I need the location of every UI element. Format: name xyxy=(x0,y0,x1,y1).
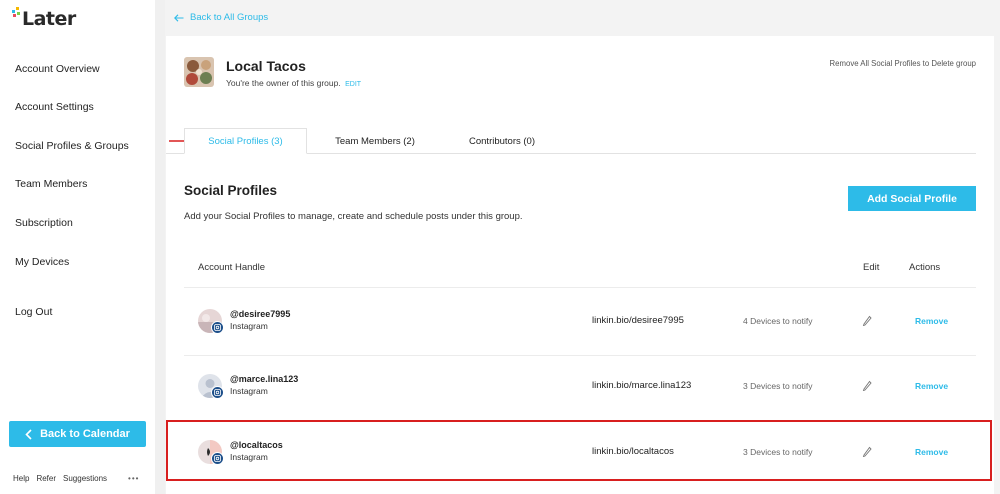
tab-social-profiles[interactable]: Social Profiles (3) xyxy=(184,128,307,154)
table-row: @marce.lina123 Instagram linkin.bio/marc… xyxy=(166,365,994,415)
instagram-icon xyxy=(211,321,224,334)
owner-line: You're the owner of this group. EDIT xyxy=(226,78,361,88)
suggestions-link[interactable]: Suggestions xyxy=(63,474,107,483)
sidebar-item-my-devices[interactable]: My Devices xyxy=(15,256,69,268)
later-logo[interactable]: Later xyxy=(12,7,76,30)
sidebar-footer: Help Refer Suggestions ••• xyxy=(13,474,139,483)
sidebar-item-subscription[interactable]: Subscription xyxy=(15,217,73,229)
logo-text: Later xyxy=(22,8,76,30)
sidebar-item-team-members[interactable]: Team Members xyxy=(15,178,87,190)
back-to-all-groups-label: Back to All Groups xyxy=(190,12,269,23)
linkin-bio-link[interactable]: linkin.bio/localtacos xyxy=(592,446,674,457)
row-divider xyxy=(184,420,976,421)
row-divider xyxy=(184,355,976,356)
remove-button[interactable]: Remove xyxy=(915,447,948,457)
pencil-icon[interactable] xyxy=(862,314,872,326)
instagram-icon xyxy=(211,386,224,399)
column-header-edit: Edit xyxy=(863,262,880,273)
table-header-divider xyxy=(184,287,976,288)
sidebar-item-account-overview[interactable]: Account Overview xyxy=(15,63,100,75)
sidebar: Later Account Overview Account Settings … xyxy=(0,0,155,494)
table-row: @localtacos Instagram linkin.bio/localta… xyxy=(166,431,994,481)
group-avatar xyxy=(184,57,214,87)
tab-team-members[interactable]: Team Members (2) xyxy=(315,128,435,154)
more-options-icon[interactable]: ••• xyxy=(128,474,139,483)
remove-button[interactable]: Remove xyxy=(915,316,948,326)
remove-all-profiles-link[interactable]: Remove All Social Profiles to Delete gro… xyxy=(830,59,976,68)
remove-button[interactable]: Remove xyxy=(915,381,948,391)
account-handle: @marce.lina123 xyxy=(230,374,299,384)
refer-link[interactable]: Refer xyxy=(36,474,56,483)
linkin-bio-link[interactable]: linkin.bio/marce.lina123 xyxy=(592,380,691,391)
arrow-left-icon xyxy=(174,13,184,22)
group-name: Local Tacos xyxy=(226,58,306,74)
add-social-profile-button[interactable]: Add Social Profile xyxy=(848,186,976,211)
back-to-calendar-button[interactable]: Back to Calendar xyxy=(9,421,146,447)
account-platform: Instagram xyxy=(230,321,268,331)
devices-count: 3 Devices to notify xyxy=(743,447,813,457)
devices-count: 4 Devices to notify xyxy=(743,316,813,326)
sidebar-item-account-settings[interactable]: Account Settings xyxy=(15,101,94,113)
pencil-icon[interactable] xyxy=(862,445,872,457)
sidebar-item-log-out[interactable]: Log Out xyxy=(15,306,52,318)
account-handle: @localtacos xyxy=(230,440,283,450)
group-tabs: Social Profiles (3) Team Members (2) Con… xyxy=(166,128,994,154)
back-to-calendar-label: Back to Calendar xyxy=(40,428,130,440)
back-to-all-groups-link[interactable]: Back to All Groups xyxy=(174,12,268,23)
edit-group-link[interactable]: EDIT xyxy=(345,81,361,88)
sidebar-divider xyxy=(155,0,165,494)
pencil-icon[interactable] xyxy=(862,379,872,391)
chevron-left-icon xyxy=(25,428,32,440)
column-header-actions: Actions xyxy=(909,262,941,273)
owner-text: You're the owner of this group. xyxy=(226,78,341,88)
group-card: Local Tacos You're the owner of this gro… xyxy=(166,36,994,494)
help-link[interactable]: Help xyxy=(13,474,29,483)
logo-dots-icon xyxy=(12,7,22,29)
linkin-bio-link[interactable]: linkin.bio/desiree7995 xyxy=(592,315,684,326)
instagram-icon xyxy=(211,452,224,465)
tab-contributors[interactable]: Contributors (0) xyxy=(447,128,557,154)
section-title: Social Profiles xyxy=(184,183,278,198)
account-handle: @desiree7995 xyxy=(230,309,291,319)
sidebar-item-social-profiles-groups[interactable]: Social Profiles & Groups xyxy=(15,140,129,152)
section-description: Add your Social Profiles to manage, crea… xyxy=(184,211,523,222)
account-platform: Instagram xyxy=(230,452,268,462)
devices-count: 3 Devices to notify xyxy=(743,381,813,391)
column-header-account-handle: Account Handle xyxy=(198,262,266,273)
account-platform: Instagram xyxy=(230,386,268,396)
table-row: @desiree7995 Instagram linkin.bio/desire… xyxy=(166,300,994,350)
